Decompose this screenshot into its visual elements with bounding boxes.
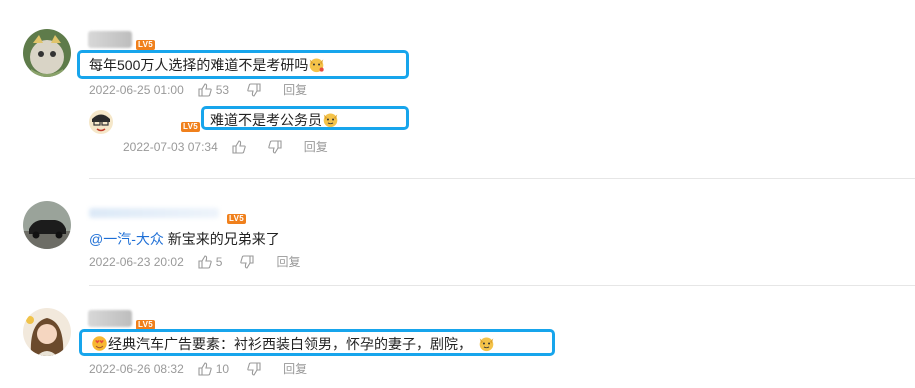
reply-text: 难道不是考公务员 (210, 110, 339, 130)
avatar[interactable] (23, 201, 71, 249)
heart-eyes-emoji-icon (92, 336, 107, 351)
username[interactable] (88, 310, 132, 327)
thumbs-up-icon (198, 361, 212, 376)
level-badge: LV5 (181, 122, 200, 132)
comment-text: 经典汽车广告要素：衬衫西装白领男，怀孕的妻子，剧院， (91, 334, 495, 354)
like-button[interactable]: 53 (198, 83, 229, 97)
username[interactable] (89, 208, 219, 218)
like-count: 53 (215, 82, 230, 97)
reply-avatar[interactable] (89, 110, 113, 134)
reply-button[interactable]: 回复 (304, 138, 328, 155)
comment-text: @一汽-大众 新宝来的兄弟来了 (89, 231, 280, 247)
thumbs-up-icon (198, 254, 212, 269)
comment-date: 2022-06-23 20:02 (89, 254, 184, 269)
comment-date: 2022-06-25 01:00 (89, 82, 184, 97)
divider (89, 285, 915, 286)
comment-meta: 2022-06-23 20:02 5 回复 (89, 253, 318, 270)
username[interactable] (88, 31, 132, 48)
reply-button[interactable]: 回复 (283, 81, 307, 98)
comment-meta: 2022-06-26 08:32 10 回复 (89, 360, 325, 377)
dog-emoji-icon (479, 337, 494, 352)
comment-meta: 2022-06-25 01:00 53 回复 (89, 81, 325, 98)
reply-meta: 2022-07-03 07:34 回复 (123, 138, 346, 155)
user-mention-link[interactable]: @一汽-大众 (89, 231, 164, 247)
thumbs-down-icon (247, 82, 261, 97)
like-count: 10 (215, 361, 230, 376)
dog-emoji-icon (323, 113, 338, 128)
like-count: 5 (215, 254, 223, 269)
like-button[interactable] (232, 139, 250, 154)
thumbs-down-icon (247, 361, 261, 376)
dog-emoji-icon (310, 58, 324, 73)
comment-text: 每年500万人选择的难道不是考研吗 (89, 55, 325, 75)
reply-button[interactable]: 回复 (276, 253, 300, 270)
thumbs-up-icon (232, 139, 246, 154)
thumbs-up-icon (198, 82, 212, 97)
reply-button[interactable]: 回复 (283, 360, 307, 377)
comment-date: 2022-06-26 08:32 (89, 361, 184, 376)
dislike-button[interactable] (268, 139, 286, 154)
avatar[interactable] (23, 29, 71, 77)
like-button[interactable]: 10 (198, 362, 229, 376)
avatar[interactable] (23, 308, 71, 356)
thumbs-down-icon (268, 139, 282, 154)
dislike-button[interactable] (247, 361, 265, 376)
like-button[interactable]: 5 (198, 254, 223, 269)
level-badge: LV5 (227, 214, 246, 224)
dislike-button[interactable] (240, 254, 258, 269)
divider (89, 178, 915, 179)
dislike-button[interactable] (247, 82, 265, 97)
reply-date: 2022-07-03 07:34 (123, 139, 218, 154)
thumbs-down-icon (240, 254, 254, 269)
